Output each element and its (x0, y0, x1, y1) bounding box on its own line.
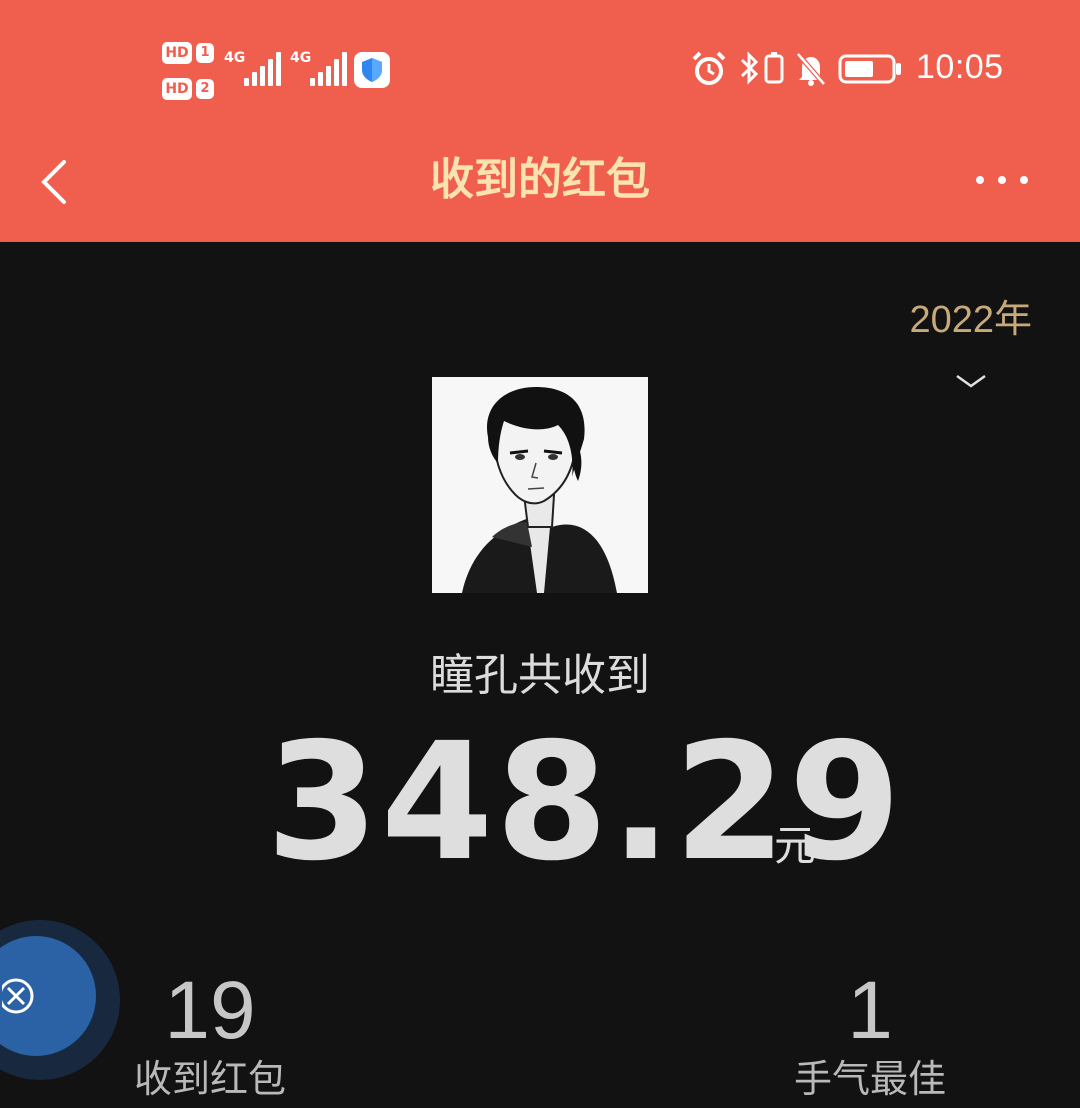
signal-bars-icon (244, 50, 281, 86)
sim1-index: 1 (196, 43, 214, 63)
sim1-hd-label: HD (162, 42, 192, 64)
alarm-icon (692, 51, 726, 85)
signal-bars-icon (310, 50, 347, 86)
sim1-indicator: HD 1 (162, 42, 214, 64)
year-selector[interactable]: 2022年 (909, 288, 1032, 343)
vibrate-icon (764, 52, 784, 84)
mute-bell-icon (796, 52, 826, 86)
navigation-bar: 收到的红包 (0, 140, 1080, 242)
status-bar: HD 1 HD 2 4G 4G 10:05 (0, 0, 1080, 140)
sim2-hd-label: HD (162, 78, 192, 100)
network-type-2: 4G (290, 50, 312, 66)
received-count: 19 (164, 965, 256, 1056)
header-bar: HD 1 HD 2 4G 4G 10:05 收到的红包 (0, 0, 1080, 242)
best-luck-stat: 1 手气最佳 (770, 966, 970, 1102)
summary-owner-line: 瞳孔共收到 (430, 650, 650, 701)
floating-assistant-button[interactable] (0, 920, 120, 1080)
chevron-down-icon[interactable] (954, 372, 988, 390)
floating-button-core (0, 936, 96, 1056)
signal-sim1: 4G (224, 46, 281, 86)
status-time: 10:05 (916, 48, 1004, 86)
security-shield-icon (354, 52, 390, 88)
more-dot (998, 176, 1006, 184)
amount-unit: 元 (774, 821, 817, 870)
close-icon (2, 978, 34, 1014)
best-luck-count: 1 (847, 965, 893, 1056)
battery-icon (838, 54, 901, 84)
network-type-1: 4G (224, 50, 246, 66)
avatar-portrait-image (432, 377, 648, 593)
received-label: 收到红包 (133, 1057, 286, 1101)
page-title: 收到的红包 (430, 154, 650, 205)
more-dot (1020, 176, 1028, 184)
more-menu-button[interactable] (976, 170, 1032, 190)
signal-sim2: 4G (290, 46, 347, 86)
more-dot (976, 176, 984, 184)
sim2-indicator: HD 2 (162, 78, 214, 100)
best-luck-label: 手气最佳 (793, 1057, 946, 1101)
received-count-stat: 19 收到红包 (110, 966, 310, 1102)
avatar (432, 377, 648, 593)
bluetooth-icon (740, 51, 759, 85)
sim2-index: 2 (196, 79, 214, 99)
